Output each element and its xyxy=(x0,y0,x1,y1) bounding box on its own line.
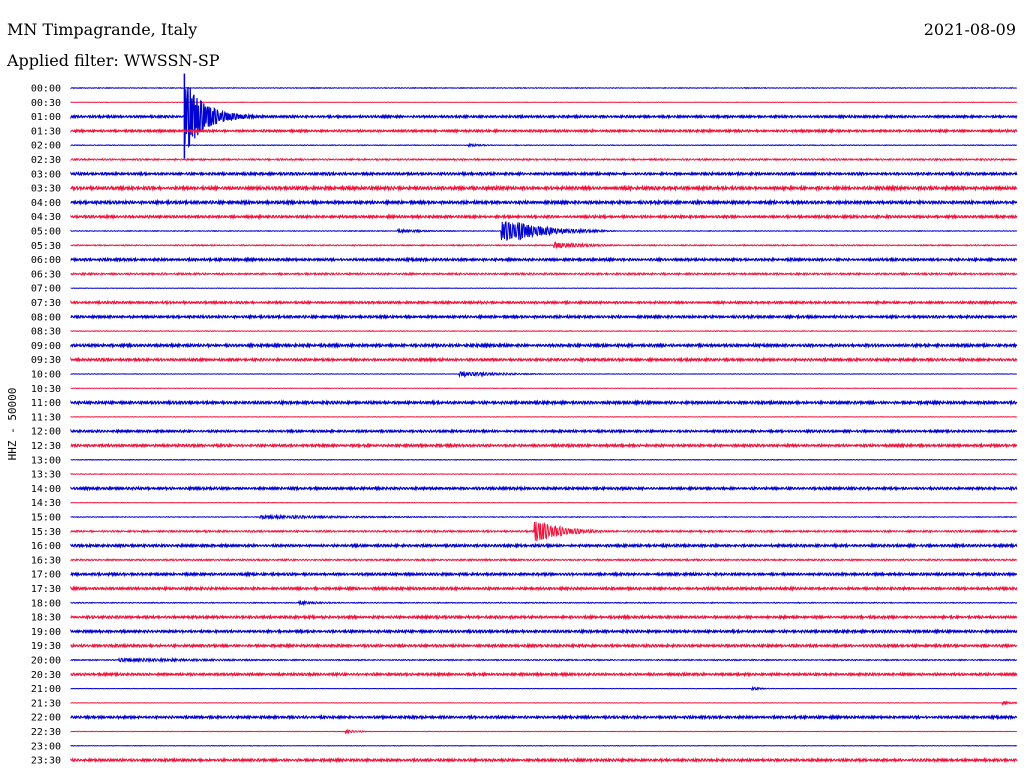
tick-label-1830: 18:30 xyxy=(31,613,61,624)
trace-1000 xyxy=(70,371,1017,378)
tick-label-1430: 14:30 xyxy=(31,498,61,509)
trace-0200 xyxy=(70,142,1018,149)
trace-0900 xyxy=(70,341,1018,349)
tick-label-1100: 11:00 xyxy=(31,398,61,409)
time-tick-labels: 00:00 00:30 01:00 01:30 02:00 02:30 03:00 03:30… xyxy=(31,84,61,767)
trace-0330 xyxy=(70,184,1018,193)
tick-label-1200: 12:00 xyxy=(31,427,61,438)
trace-0530 xyxy=(70,241,1018,249)
tick-label-1900: 19:00 xyxy=(31,627,61,638)
tick-label-0530: 05:30 xyxy=(31,241,61,252)
trace-0100 xyxy=(70,86,1018,149)
tick-label-0630: 06:30 xyxy=(31,269,61,280)
tick-label-2000: 20:00 xyxy=(31,656,61,667)
trace-2330 xyxy=(70,756,1018,764)
trace-0230 xyxy=(70,157,1018,162)
tick-label-1500: 15:00 xyxy=(31,513,61,524)
tick-label-1630: 16:30 xyxy=(31,555,61,566)
trace-0130 xyxy=(70,127,1018,134)
trace-1630 xyxy=(70,557,1018,562)
tick-label-1600: 16:00 xyxy=(31,541,61,552)
trace-0730 xyxy=(70,299,1018,306)
tick-label-0600: 06:00 xyxy=(31,255,61,266)
trace-1830 xyxy=(70,613,1018,621)
trace-1930 xyxy=(70,642,1018,649)
y-axis-label: HHZ - 50000 xyxy=(6,388,19,461)
trace-1800 xyxy=(70,599,1018,607)
trace-0500 xyxy=(70,221,1018,241)
tick-label-1000: 10:00 xyxy=(31,370,61,381)
tick-label-0030: 00:30 xyxy=(31,98,61,109)
trace-2000 xyxy=(70,656,1018,664)
tick-label-1400: 14:00 xyxy=(31,484,61,495)
tick-label-2330: 23:30 xyxy=(31,756,61,767)
tick-label-1330: 13:30 xyxy=(31,470,61,481)
tick-label-0100: 01:00 xyxy=(31,112,61,123)
tick-label-0800: 08:00 xyxy=(31,312,61,323)
trace-1600 xyxy=(70,542,1018,549)
tick-label-2200: 22:00 xyxy=(31,713,61,724)
trace-0300 xyxy=(70,170,1018,178)
tick-label-1230: 12:30 xyxy=(31,441,61,452)
trace-1300 xyxy=(70,458,1018,461)
tick-label-0700: 07:00 xyxy=(31,284,61,295)
tick-label-0000: 00:00 xyxy=(31,84,61,95)
tick-label-0900: 09:00 xyxy=(31,341,61,352)
trace-2130 xyxy=(70,700,1018,706)
trace-1900 xyxy=(70,628,1018,635)
tick-label-0500: 05:00 xyxy=(31,227,61,238)
trace-0830 xyxy=(70,329,1018,333)
tick-label-1700: 17:00 xyxy=(31,570,61,581)
trace-0000 xyxy=(70,86,1018,90)
trace-1330 xyxy=(70,472,1018,476)
tick-label-1130: 11:30 xyxy=(31,412,61,423)
tick-label-0300: 03:00 xyxy=(31,169,61,180)
tick-label-1530: 15:30 xyxy=(31,527,61,538)
tick-label-0930: 09:30 xyxy=(31,355,61,366)
tick-label-0830: 08:30 xyxy=(31,327,61,338)
trace-rows xyxy=(70,73,1018,764)
trace-1100 xyxy=(70,399,1018,407)
trace-0430 xyxy=(70,213,1018,220)
trace-1700 xyxy=(70,570,1018,578)
tick-label-1730: 17:30 xyxy=(31,584,61,595)
trace-0800 xyxy=(70,313,1018,321)
tick-label-2300: 23:00 xyxy=(31,741,61,752)
trace-2100 xyxy=(70,685,1018,692)
trace-1530 xyxy=(70,521,1018,542)
trace-1730 xyxy=(70,585,1018,592)
trace-0600 xyxy=(70,256,1018,263)
tick-label-1300: 13:00 xyxy=(31,455,61,466)
trace-1500 xyxy=(70,513,1017,521)
tick-label-2130: 21:30 xyxy=(31,698,61,709)
tick-label-2100: 21:00 xyxy=(31,684,61,695)
trace-2230 xyxy=(70,728,1017,735)
tick-label-0330: 03:30 xyxy=(31,184,61,195)
trace-1230 xyxy=(70,442,1018,449)
trace-1200 xyxy=(70,428,1018,435)
trace-1400 xyxy=(70,485,1018,492)
helicorder-plot: 00:00 00:30 01:00 01:30 02:00 02:30 03:00 03:30… xyxy=(6,73,1018,767)
tick-label-2030: 20:30 xyxy=(31,670,61,681)
tick-label-0730: 07:30 xyxy=(31,298,61,309)
tick-label-1030: 10:30 xyxy=(31,384,61,395)
trace-2030 xyxy=(70,671,1018,678)
tick-label-1930: 19:30 xyxy=(31,641,61,652)
trace-0630 xyxy=(70,271,1018,277)
tick-label-0200: 02:00 xyxy=(31,141,61,152)
tick-label-0430: 04:30 xyxy=(31,212,61,223)
tick-label-0230: 02:30 xyxy=(31,155,61,166)
tick-label-2230: 22:30 xyxy=(31,727,61,738)
tick-label-1800: 18:00 xyxy=(31,598,61,609)
tick-label-0130: 01:30 xyxy=(31,126,61,137)
tick-label-0400: 04:00 xyxy=(31,198,61,209)
trace-2200 xyxy=(70,713,1018,721)
trace-0930 xyxy=(70,356,1018,363)
trace-0400 xyxy=(70,198,1018,207)
